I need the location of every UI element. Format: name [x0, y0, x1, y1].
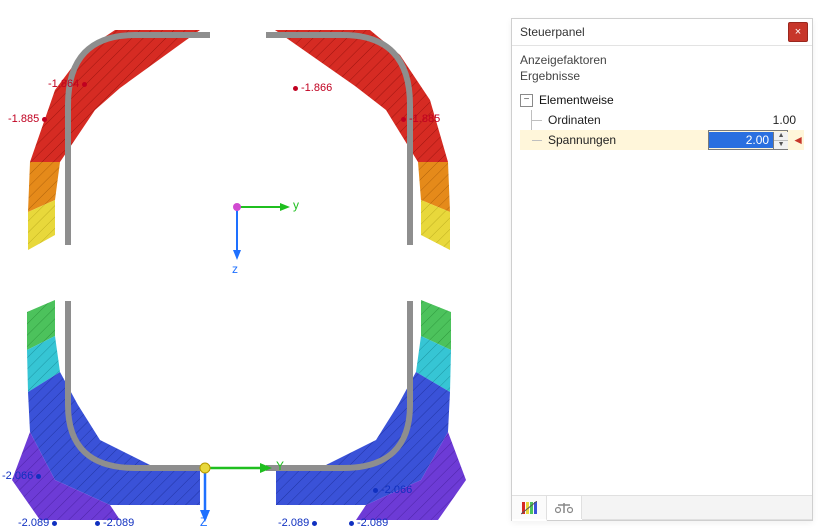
stress-label-br3: -2.089	[346, 517, 388, 529]
section-ergebnisse[interactable]: Ergebnisse	[520, 68, 804, 84]
axis-label-z-small: z	[232, 262, 238, 276]
spin-up-button[interactable]: ▲	[774, 132, 788, 141]
tab-colorscale[interactable]	[512, 496, 547, 521]
fe-result-view[interactable]: y z Y Z -1.864 -1.866 -1.885 -1.885 -2.0…	[0, 0, 500, 531]
axis-label-y-big: Y	[276, 459, 284, 473]
panel-titlebar: Steuerpanel ×	[512, 19, 812, 46]
active-row-indicator-icon: ◄	[792, 133, 804, 147]
stress-label-bl3: -2.089	[92, 517, 134, 529]
balance-icon	[555, 501, 573, 515]
stress-label-top-left: -1.864	[48, 78, 90, 90]
field-spannungen[interactable]: Spannungen ▲ ▼ ◄	[520, 130, 804, 150]
tree-node-label: Elementweise	[539, 93, 614, 107]
spin-down-button[interactable]: ▼	[774, 141, 788, 149]
stress-label-mid-left: -1.885	[8, 113, 50, 125]
axis-label-y-small: y	[293, 198, 299, 212]
stress-label-bl1: -2.066	[2, 470, 44, 482]
stress-label-bl2: -2.089	[18, 517, 60, 529]
field-label-ordinaten: Ordinaten	[546, 113, 710, 127]
field-label-spannungen: Spannungen	[546, 133, 708, 147]
spannungen-input[interactable]	[709, 132, 773, 148]
field-value-ordinaten: 1.00	[710, 113, 804, 127]
tab-balance[interactable]	[547, 496, 582, 519]
panel-close-button[interactable]: ×	[788, 22, 808, 42]
stress-label-br1: -2.066	[370, 484, 412, 496]
panel-title: Steuerpanel	[520, 21, 788, 43]
tree-toggle-icon[interactable]: −	[520, 94, 533, 107]
field-ordinaten[interactable]: Ordinaten 1.00	[520, 110, 804, 130]
colorscale-icon	[521, 501, 537, 515]
spannungen-stepper[interactable]: ▲ ▼	[708, 130, 788, 150]
axis-label-z-big: Z	[200, 515, 207, 529]
steuerpanel: Steuerpanel × Anzeigefaktoren Ergebnisse…	[511, 18, 813, 521]
tab-strip-remainder	[582, 496, 812, 520]
stress-label-top-right: -1.866	[290, 82, 332, 94]
stress-label-br2: -2.089	[278, 517, 320, 529]
section-anzeigefaktoren[interactable]: Anzeigefaktoren	[520, 52, 804, 68]
tree-node-elementweise[interactable]: − Elementweise	[520, 90, 804, 110]
stress-label-mid-right: -1.885	[398, 113, 440, 125]
close-icon: ×	[795, 21, 801, 43]
panel-tab-strip	[512, 495, 812, 520]
